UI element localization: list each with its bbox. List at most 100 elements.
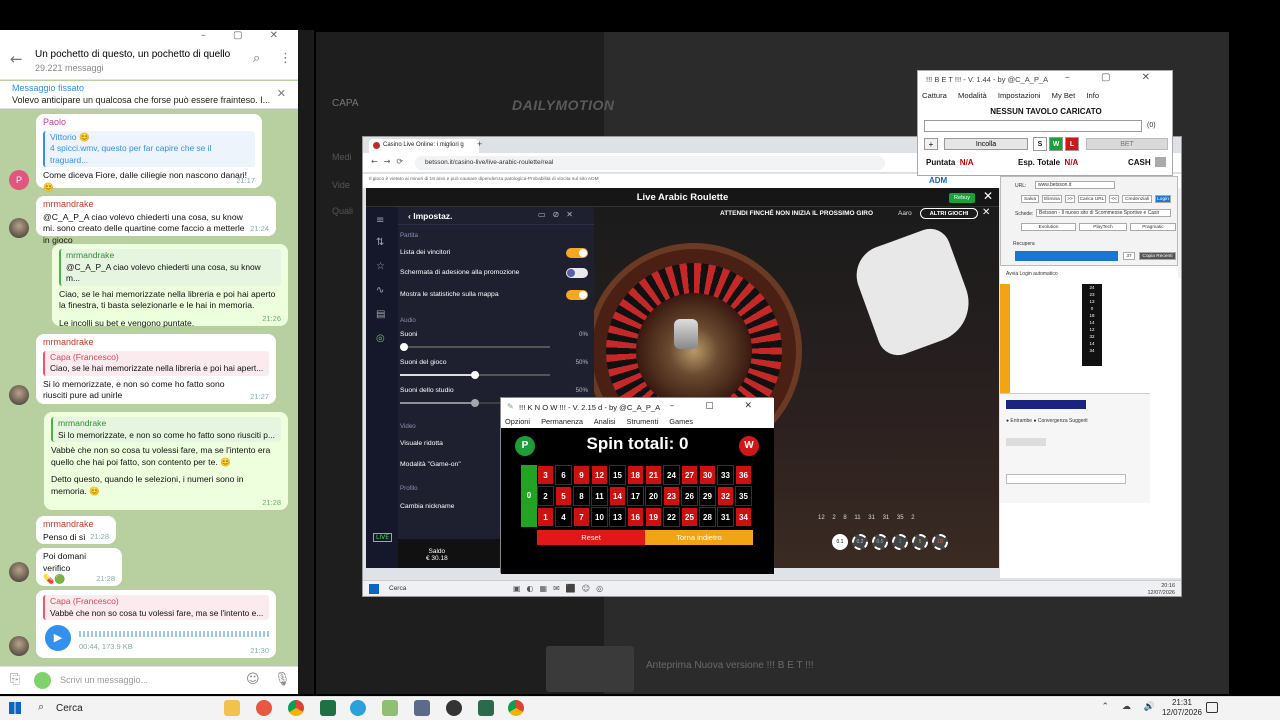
helper-button[interactable]: Credenziali xyxy=(1122,195,1152,203)
bg-item[interactable]: Quali xyxy=(332,206,353,216)
number-cell[interactable]: 3 xyxy=(537,465,554,485)
number-cell[interactable]: 20 xyxy=(645,486,662,506)
number-cell[interactable]: 4 xyxy=(555,507,572,527)
app-icon[interactable] xyxy=(478,700,494,716)
system-tray-icon[interactable]: ⌃ ☁ 🔊 xyxy=(1102,702,1160,712)
numbers-field[interactable] xyxy=(924,120,1142,132)
number-cell[interactable]: 15 xyxy=(609,465,626,485)
toggle-row[interactable]: Mostra le statistiche sulla mappa xyxy=(400,290,590,300)
rebuy-button[interactable]: Rebuy xyxy=(949,193,975,203)
reply-quote[interactable]: Vittorio 😊 4 spicci.wmv, questo per far … xyxy=(43,130,255,167)
toggle-switch[interactable] xyxy=(566,248,588,258)
video-title[interactable]: Anteprima Nuova versione !!! B E T !!! xyxy=(646,660,814,671)
number-cell[interactable]: 30 xyxy=(699,465,716,485)
number-cell[interactable]: 6 xyxy=(555,465,572,485)
number-cell[interactable]: 27 xyxy=(681,465,698,485)
reply-quote[interactable]: Capa (Francesco) Ciao, se le hai memoriz… xyxy=(43,350,269,376)
video-thumbnail[interactable] xyxy=(546,646,634,692)
new-tab-icon[interactable]: + xyxy=(477,139,482,149)
play-icon[interactable]: ▶ xyxy=(45,625,71,651)
app-icon[interactable] xyxy=(414,700,430,716)
file-explorer-icon[interactable] xyxy=(224,700,240,716)
taskbar-search[interactable]: Cerca xyxy=(56,703,83,714)
provider-button[interactable]: PlayTech xyxy=(1079,223,1127,231)
message-bubble[interactable]: Capa (Francesco) Vabbè che non so cosa t… xyxy=(36,590,276,658)
chrome-icon[interactable] xyxy=(288,700,304,716)
document-icon[interactable]: ▤ xyxy=(376,309,385,320)
message-bubble[interactable]: mrmandrake Capa (Francesco) Ciao, se le … xyxy=(36,334,276,404)
number-cell[interactable]: 7 xyxy=(573,507,590,527)
address-bar[interactable]: betsson.it/casino-live/live-arabic-roule… xyxy=(415,156,885,170)
number-cell[interactable]: 22 xyxy=(663,507,680,527)
helper-button[interactable]: Salva xyxy=(1021,195,1039,203)
reply-quote[interactable]: mrmandrake @C_A_P_A ciao volevo chiedert… xyxy=(59,249,281,286)
chrome-icon[interactable] xyxy=(508,700,524,716)
app-icon[interactable] xyxy=(382,700,398,716)
avatar[interactable] xyxy=(9,385,29,405)
number-cell[interactable]: 14 xyxy=(609,486,626,506)
waveform[interactable] xyxy=(79,631,269,637)
taskbar-apps-icon[interactable]: ▣◐▦✉⬛☺◎ xyxy=(513,584,609,593)
number-cell[interactable]: 34 xyxy=(735,507,752,527)
chip-button[interactable]: 5 xyxy=(912,534,928,550)
message-bubble[interactable]: Paolo Vittorio 😊 4 spicci.wmv, questo pe… xyxy=(36,114,262,205)
firefox-icon[interactable] xyxy=(256,700,272,716)
menu-item[interactable]: Impostazioni xyxy=(998,91,1041,100)
helper-button[interactable]: >> xyxy=(1065,195,1075,203)
volume-slider[interactable] xyxy=(400,343,550,351)
attach-icon[interactable]: ⎘ xyxy=(10,672,20,687)
number-cell-zero[interactable]: 0 xyxy=(521,465,537,527)
provider-button[interactable]: Pragmatic xyxy=(1130,223,1176,231)
excel-icon[interactable] xyxy=(320,700,336,716)
more-vertical-icon[interactable]: ⋮ xyxy=(279,51,292,66)
number-cell[interactable]: 12 xyxy=(591,465,608,485)
volume-slider[interactable] xyxy=(400,371,550,379)
obs-icon[interactable] xyxy=(446,700,462,716)
provider-button[interactable]: Evolution xyxy=(1021,223,1076,231)
helper-button[interactable]: Login xyxy=(1155,195,1171,203)
number-cell[interactable]: 29 xyxy=(699,486,716,506)
number-cell[interactable]: 23 xyxy=(663,486,680,506)
l-button[interactable]: L xyxy=(1065,137,1079,151)
close-icon[interactable]: ✕ xyxy=(982,207,990,218)
undo-button[interactable]: Torna indietro xyxy=(645,530,753,545)
browser-tab[interactable]: Casino Live Online: i migliori g xyxy=(369,139,479,153)
w-badge[interactable]: W xyxy=(739,436,759,456)
search-icon[interactable]: ⌕ xyxy=(38,700,44,714)
bg-item[interactable]: Vide xyxy=(332,180,350,190)
toggle-switch[interactable] xyxy=(566,268,588,278)
number-cell[interactable]: 35 xyxy=(735,486,752,506)
helper-button[interactable]: Carica URL xyxy=(1078,195,1106,203)
window-controls-icon[interactable]: – ▢ ✕ xyxy=(670,401,766,411)
settings-icon[interactable]: ◎ xyxy=(376,333,385,344)
scrollbar[interactable] xyxy=(298,30,314,694)
number-cell[interactable]: 16 xyxy=(627,507,644,527)
number-cell[interactable]: 32 xyxy=(717,486,734,506)
toggle-row[interactable]: Lista dei vincitori xyxy=(400,248,590,258)
reply-quote[interactable]: mrmandrake Si lo memorizzate, e non so c… xyxy=(51,417,281,442)
number-cell[interactable]: 13 xyxy=(609,507,626,527)
transfer-icon[interactable]: ⇅ xyxy=(376,237,384,248)
schede-select[interactable]: Betsson - Il nuovo sito di Scommesse Spo… xyxy=(1036,209,1171,217)
tool-field[interactable] xyxy=(1006,474,1126,484)
other-games-button[interactable]: ALTRI GIOCHI xyxy=(920,208,978,219)
settings-title[interactable]: ‹ Impostaz. xyxy=(408,211,452,221)
number-cell[interactable]: 1 xyxy=(537,507,554,527)
close-icon[interactable]: ✕ xyxy=(983,189,993,203)
chip-button[interactable]: 0.1 xyxy=(832,534,848,550)
message-bubble[interactable]: mrmandrake Si lo memorizzate, e non so c… xyxy=(44,412,288,510)
number-cell[interactable]: 33 xyxy=(717,465,734,485)
number-cell[interactable]: 2 xyxy=(537,486,554,506)
emoji-icon[interactable]: ☺ xyxy=(246,672,260,687)
notification-icon[interactable] xyxy=(1206,702,1218,713)
chip-button[interactable]: 0.5 xyxy=(872,534,888,550)
toggle-row[interactable]: Schermata di adesione alla promozione xyxy=(400,268,590,278)
w-button[interactable]: W xyxy=(1049,137,1063,151)
number-cell[interactable]: 11 xyxy=(591,486,608,506)
cash-toggle[interactable] xyxy=(1155,157,1166,167)
microphone-icon[interactable]: 🎙 xyxy=(274,672,291,687)
start-icon[interactable] xyxy=(369,584,379,594)
menu-item[interactable]: Analisi xyxy=(594,417,616,426)
clock[interactable]: 21:31 12/07/2026 xyxy=(1162,698,1202,718)
menu-item[interactable]: Cattura xyxy=(922,91,947,100)
